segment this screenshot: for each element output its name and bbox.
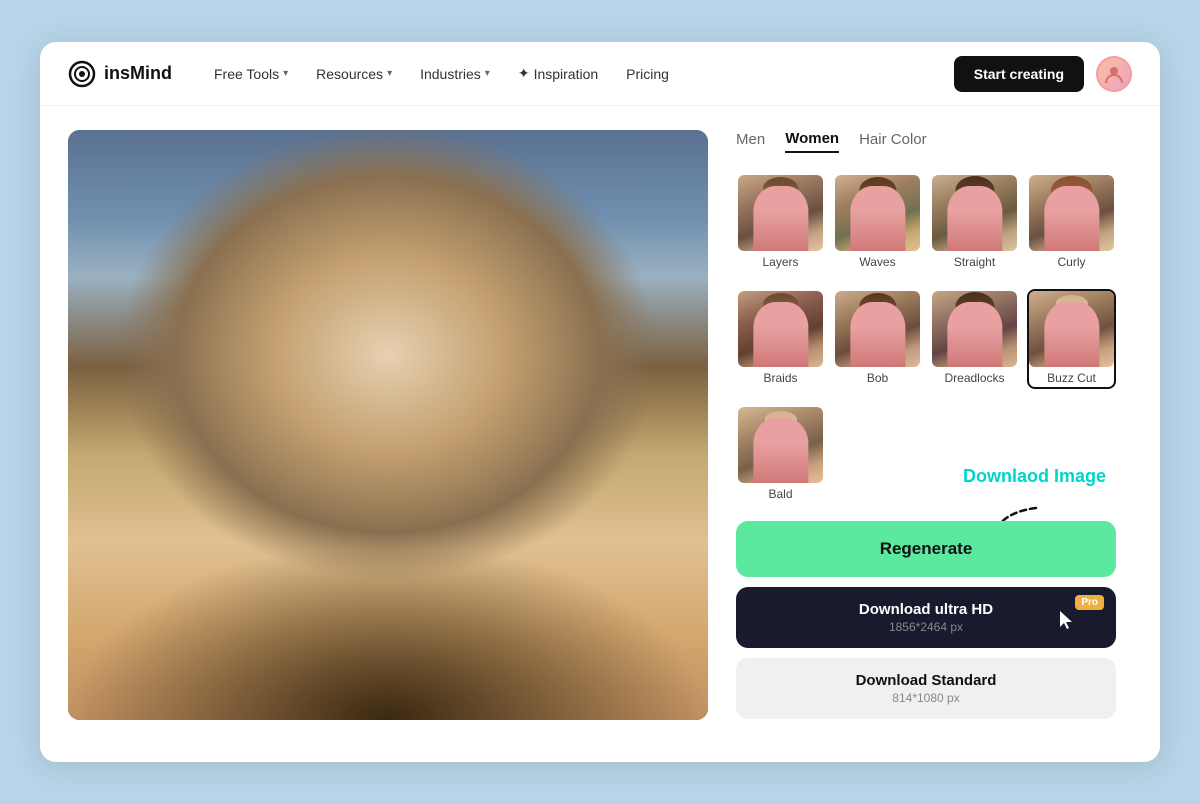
main-content: Men Women Hair Color Layers xyxy=(40,106,1160,744)
portrait-overlay xyxy=(68,130,708,720)
download-hd-label: Download ultra HD xyxy=(859,601,993,618)
hairstyle-grid-row3: Bald xyxy=(736,405,1116,505)
hairstyle-item-waves[interactable]: Waves xyxy=(833,173,922,273)
download-std-label: Download Standard xyxy=(856,672,997,689)
hairstyle-thumb-braids xyxy=(738,291,823,367)
header-actions: Start creating xyxy=(954,56,1132,92)
hairstyle-thumb-dreadlocks xyxy=(932,291,1017,367)
cursor-icon xyxy=(1058,609,1076,636)
download-hd-button[interactable]: Pro Download ultra HD 1856*2464 px xyxy=(736,587,1116,648)
portrait-bg xyxy=(68,130,708,720)
hairstyle-item-bob[interactable]: Bob xyxy=(833,289,922,389)
thumb-person xyxy=(753,418,808,483)
main-nav: Free Tools ▾ Resources ▾ Industries ▾ ✦ … xyxy=(204,57,922,90)
nav-industries[interactable]: Industries ▾ xyxy=(410,58,500,90)
tab-women[interactable]: Women xyxy=(785,130,839,153)
hairstyle-label-layers: Layers xyxy=(738,255,823,271)
hairstyle-item-braids[interactable]: Braids xyxy=(736,289,825,389)
chevron-down-icon: ▾ xyxy=(283,68,288,79)
hairstyle-thumb-buzzcut xyxy=(1029,291,1114,367)
hairstyle-grid-row2: Braids Bob xyxy=(736,289,1116,389)
tab-hair-color[interactable]: Hair Color xyxy=(859,131,927,152)
hairstyle-label-bob: Bob xyxy=(835,371,920,387)
hairstyle-thumb-waves xyxy=(835,175,920,251)
logo[interactable]: insMind xyxy=(68,60,172,88)
hairstyle-item-curly[interactable]: Curly xyxy=(1027,173,1116,273)
nav-free-tools[interactable]: Free Tools ▾ xyxy=(204,58,298,90)
tabs: Men Women Hair Color xyxy=(736,130,1116,153)
logo-icon xyxy=(68,60,96,88)
hairstyle-item-bald[interactable]: Bald xyxy=(736,405,825,505)
brand-name: insMind xyxy=(104,63,172,84)
tab-men[interactable]: Men xyxy=(736,131,765,152)
start-creating-button[interactable]: Start creating xyxy=(954,56,1084,92)
hairstyle-label-dreadlocks: Dreadlocks xyxy=(932,371,1017,387)
download-std-size: 814*1080 px xyxy=(892,691,959,705)
spark-icon: ✦ xyxy=(518,65,530,82)
hairstyle-thumb-bob xyxy=(835,291,920,367)
hairstyle-thumb-bald xyxy=(738,407,823,483)
hairstyle-label-bald: Bald xyxy=(738,487,823,503)
portrait-image xyxy=(68,130,708,720)
hairstyle-item-layers[interactable]: Layers xyxy=(736,173,825,273)
hairstyle-label-buzz-cut: Buzz Cut xyxy=(1029,371,1114,387)
thumb-person xyxy=(1044,302,1099,367)
right-panel: Men Women Hair Color Layers xyxy=(736,130,1116,720)
download-hd-size: 1856*2464 px xyxy=(889,620,963,634)
hairstyle-thumb-straight xyxy=(932,175,1017,251)
image-panel xyxy=(68,130,708,720)
annotation-area: Downlaod Image Regenerate xyxy=(736,521,1116,587)
thumb-person xyxy=(753,302,808,367)
hairstyle-label-curly: Curly xyxy=(1029,255,1114,271)
hairstyle-label-straight: Straight xyxy=(932,255,1017,271)
download-std-button[interactable]: Download Standard 814*1080 px xyxy=(736,658,1116,719)
thumb-person xyxy=(850,302,905,367)
chevron-down-icon: ▾ xyxy=(387,68,392,79)
thumb-person xyxy=(1044,186,1099,251)
app-container: insMind Free Tools ▾ Resources ▾ Industr… xyxy=(40,42,1160,762)
hairstyle-item-buzz-cut[interactable]: Buzz Cut xyxy=(1027,289,1116,389)
avatar[interactable] xyxy=(1096,56,1132,92)
nav-pricing[interactable]: Pricing xyxy=(616,58,679,90)
user-avatar-icon xyxy=(1103,63,1125,85)
thumb-person xyxy=(753,186,808,251)
hairstyle-item-straight[interactable]: Straight xyxy=(930,173,1019,273)
hairstyle-label-braids: Braids xyxy=(738,371,823,387)
chevron-down-icon: ▾ xyxy=(485,68,490,79)
nav-resources[interactable]: Resources ▾ xyxy=(306,58,402,90)
thumb-person xyxy=(850,186,905,251)
thumb-person xyxy=(947,186,1002,251)
regenerate-button[interactable]: Regenerate xyxy=(736,521,1116,577)
pro-badge: Pro xyxy=(1075,595,1104,610)
hairstyle-thumb-curly xyxy=(1029,175,1114,251)
header: insMind Free Tools ▾ Resources ▾ Industr… xyxy=(40,42,1160,106)
thumb-person xyxy=(947,302,1002,367)
hairstyle-thumb-layers xyxy=(738,175,823,251)
hairstyle-item-dreadlocks[interactable]: Dreadlocks xyxy=(930,289,1019,389)
nav-inspiration[interactable]: ✦ Inspiration xyxy=(508,57,608,90)
hairstyle-label-waves: Waves xyxy=(835,255,920,271)
hairstyle-grid-row1: Layers Waves xyxy=(736,173,1116,273)
